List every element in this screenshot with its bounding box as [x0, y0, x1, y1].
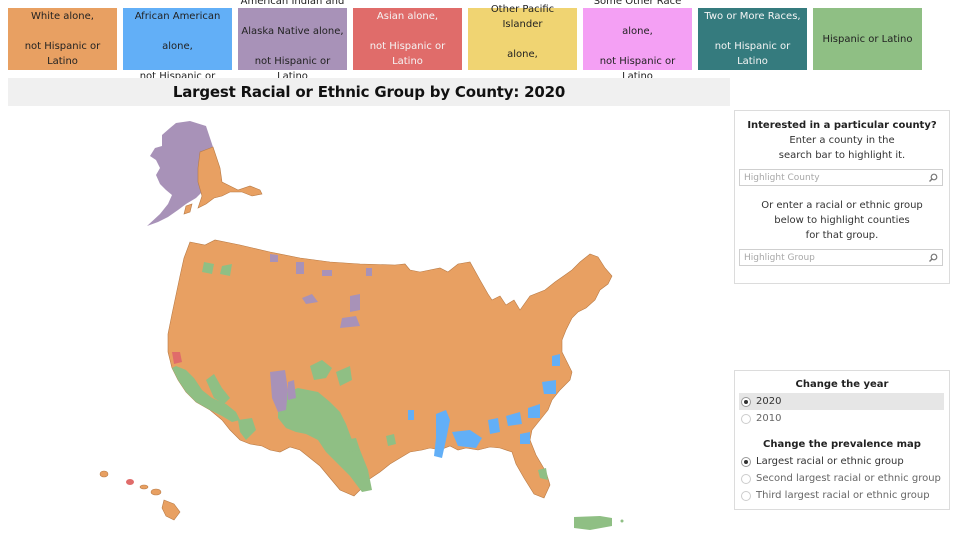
prevalence-heading: Change the prevalence map: [763, 439, 921, 450]
radio-unselected-icon[interactable]: [741, 473, 751, 484]
legend-american-indian[interactable]: American Indian and Alaska Native alone, n…: [238, 0, 347, 82]
prevalence-option-third[interactable]: Third largest racial or ethnic group: [735, 487, 949, 504]
contiguous-us-white[interactable]: [167, 239, 613, 499]
search-icon[interactable]: [928, 253, 938, 263]
legend-label-line: African American: [134, 11, 221, 22]
county-group-black[interactable]: [408, 410, 414, 420]
year-option-2010[interactable]: 2010: [735, 410, 949, 427]
county-group-white[interactable]: [139, 484, 149, 490]
legend-black[interactable]: Black orAfrican Americanalone,not Hispan…: [123, 8, 232, 97]
map-title: Largest Racial or Ethnic Group by County…: [172, 83, 566, 101]
alaska[interactable]: [147, 121, 263, 226]
legend-label-line: Asian alone,: [376, 11, 439, 22]
county-group-black[interactable]: [488, 418, 500, 434]
legend: White alone,not Hispanic or Latino Black…: [8, 0, 922, 105]
legend-label-line: Two or More Races,: [704, 11, 801, 22]
county-group-white[interactable]: [161, 499, 181, 521]
legend-label-line: not Hispanic or Latino: [24, 41, 101, 67]
title-bar: Largest Racial or Ethnic Group by County…: [8, 78, 730, 106]
county-group-hisp[interactable]: [574, 516, 612, 530]
county-group-white[interactable]: [99, 470, 109, 478]
county-group-white[interactable]: [150, 488, 162, 496]
highlight-county-box[interactable]: [739, 169, 943, 186]
puerto-rico[interactable]: [574, 516, 624, 530]
legend-asian[interactable]: Asian alone, not Hispanic or Latino: [353, 8, 462, 70]
legend-label-line: alone,: [622, 26, 653, 37]
highlight-group-box[interactable]: [739, 249, 943, 266]
county-group-black[interactable]: [552, 354, 560, 366]
options-panel: Change the year 2020 2010 Change the pre…: [734, 370, 950, 510]
legend-label-line: White alone,: [31, 11, 94, 22]
search-panel-line1: Enter a county in the: [789, 135, 895, 146]
group-line1: Or enter a racial or ethnic group: [761, 200, 923, 211]
legend-label-line: Hispanic or Latino: [822, 33, 913, 45]
county-group-aian[interactable]: [270, 254, 278, 262]
contiguous-us[interactable]: [167, 239, 613, 499]
county-group-aian[interactable]: [296, 262, 304, 274]
search-panel-heading: Interested in a particular county?: [747, 120, 937, 131]
county-group-aian[interactable]: [350, 294, 360, 312]
county-group-hisp[interactable]: [620, 519, 624, 523]
legend-label-line: Some Other Race: [593, 0, 682, 7]
hawaii[interactable]: [99, 470, 181, 521]
year-option-label: 2010: [756, 413, 782, 424]
legend-label-line: alone,: [162, 41, 193, 52]
radio-unselected-icon[interactable]: [741, 490, 751, 501]
radio-selected-icon[interactable]: [741, 396, 751, 407]
legend-label-line: Alaska Native alone,: [241, 26, 344, 37]
county-group-aian[interactable]: [366, 268, 372, 276]
legend-hispanic[interactable]: Hispanic or Latino: [813, 8, 922, 70]
prevalence-option-largest[interactable]: Largest racial or ethnic group: [735, 453, 949, 470]
county-group-black[interactable]: [542, 380, 556, 394]
alaska-coast[interactable]: [183, 203, 193, 215]
county-group-hisp[interactable]: [202, 262, 214, 274]
prevalence-option-label: Third largest racial or ethnic group: [756, 490, 930, 501]
legend-label-line: Other Pacific Islander: [490, 3, 555, 30]
alaska-white[interactable]: [197, 146, 263, 209]
legend-white[interactable]: White alone, not Hispanic or Latino: [8, 8, 117, 70]
prevalence-option-label: Largest racial or ethnic group: [756, 456, 904, 467]
prevalence-option-label: Second largest racial or ethnic group: [756, 473, 941, 484]
prevalence-option-second[interactable]: Second largest racial or ethnic group: [735, 470, 949, 487]
year-option-2020[interactable]: 2020: [739, 393, 944, 410]
legend-label-line: American Indian and: [240, 0, 345, 7]
legend-label-line: not Hispanic or Latino: [714, 41, 791, 67]
group-line2: below to highlight counties: [774, 215, 910, 226]
legend-two-or-more[interactable]: Two or More Races, not Hispanic or Latino: [698, 8, 807, 70]
legend-label-line: alone,: [507, 48, 538, 60]
county-group-aian[interactable]: [322, 270, 332, 276]
county-map[interactable]: [0, 110, 730, 544]
highlight-group-input[interactable]: [744, 252, 924, 263]
search-icon[interactable]: [928, 173, 938, 183]
group-line3: for that group.: [805, 230, 879, 241]
year-option-label: 2020: [756, 396, 782, 407]
search-panel-line2: search bar to highlight it.: [778, 150, 906, 161]
legend-label-line: not Hispanic or Latino: [369, 41, 446, 67]
legend-native-hawaiian[interactable]: Native Hawaiian andOther Pacific Islande…: [468, 4, 577, 105]
county-group-asian[interactable]: [126, 479, 134, 485]
radio-unselected-icon[interactable]: [741, 413, 751, 424]
legend-some-other-race[interactable]: Some Other Race alone, not Hispanic or Lat…: [583, 0, 692, 82]
search-panel: Interested in a particular county? Enter…: [734, 110, 950, 284]
year-heading: Change the year: [795, 379, 889, 390]
highlight-county-input[interactable]: [744, 172, 924, 183]
radio-selected-icon[interactable]: [741, 456, 751, 467]
county-group-black[interactable]: [520, 432, 530, 444]
